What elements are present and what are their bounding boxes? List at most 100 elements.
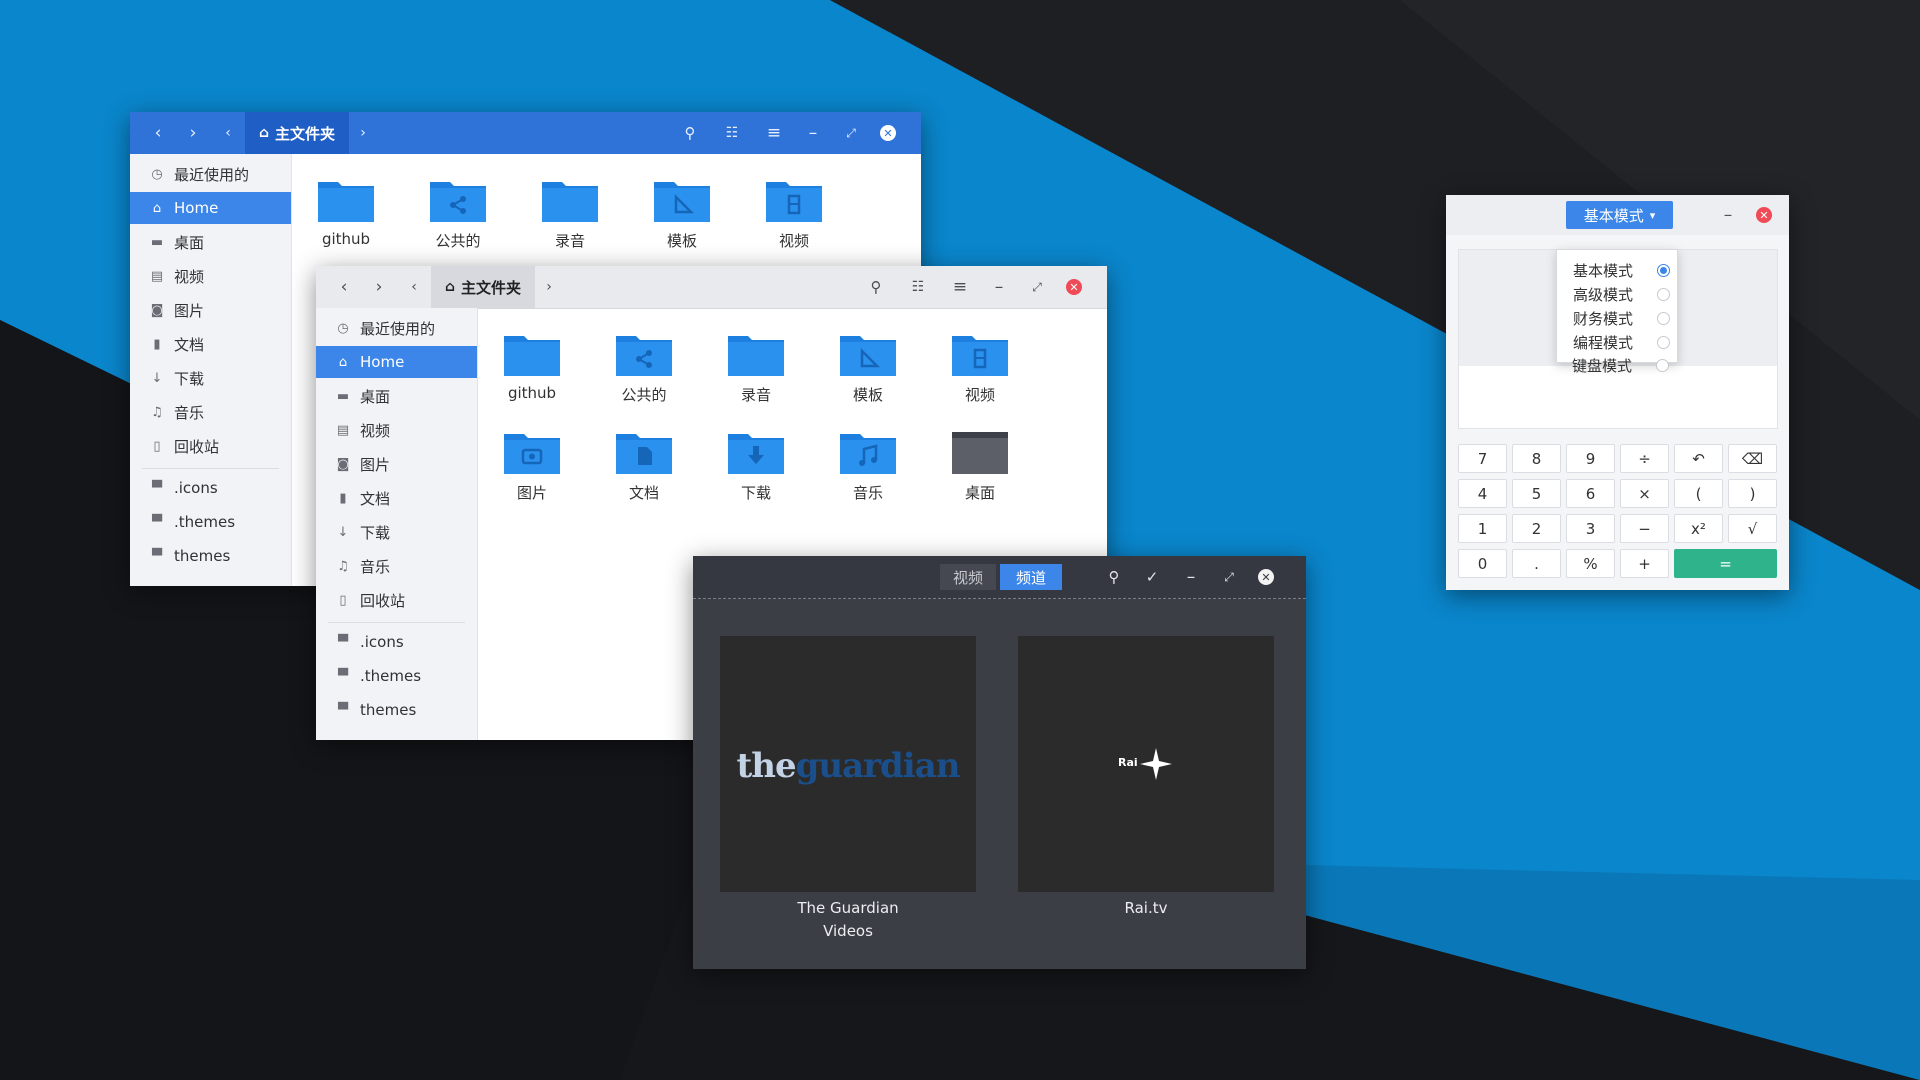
breadcrumb-home[interactable]: ⌂ 主文件夹 <box>245 112 350 154</box>
maximize-icon[interactable]: ⤢ <box>839 112 863 154</box>
breadcrumb-right-icon[interactable]: › <box>355 112 371 154</box>
sidebar-bookmark-themes[interactable]: ▀ themes <box>316 694 477 726</box>
sidebar-item-videos[interactable]: ▤ 视频 <box>130 260 291 292</box>
search-icon[interactable]: ⚲ <box>864 266 888 308</box>
mode-option-keyboard-label[interactable]: 键盘模式 <box>1572 353 1672 377</box>
forward-arrow-icon[interactable]: › <box>181 112 205 154</box>
folder-music[interactable]: 音乐 <box>823 416 913 506</box>
sidebar-item-downloads[interactable]: ↓ 下载 <box>130 362 291 394</box>
key-7[interactable]: 7 <box>1458 444 1507 473</box>
sidebar-item-pictures[interactable]: ◙ 图片 <box>130 294 291 326</box>
folder-videos[interactable]: 视频 <box>749 164 839 254</box>
key-5[interactable]: 5 <box>1512 479 1561 508</box>
sidebar-item-recent[interactable]: ◷ 最近使用的 <box>130 158 291 190</box>
minimize-icon[interactable]: – <box>1716 195 1740 235</box>
folder-recordings[interactable]: 录音 <box>711 318 801 408</box>
channel-card-rai[interactable]: Rai <box>1018 636 1274 892</box>
folder-videos[interactable]: 视频 <box>935 318 1025 408</box>
menu-icon[interactable]: ≡ <box>948 266 972 308</box>
minimize-icon[interactable]: – <box>987 266 1011 308</box>
key-3[interactable]: 3 <box>1566 514 1615 543</box>
back-arrow-icon[interactable]: ‹ <box>332 266 356 308</box>
folder-documents[interactable]: 文档 <box>599 416 689 506</box>
breadcrumb-right-icon[interactable]: › <box>541 266 557 308</box>
key-decimal[interactable]: . <box>1512 549 1561 578</box>
mode-option-basic[interactable]: 基本模式 <box>1573 258 1673 282</box>
search-icon[interactable]: ⚲ <box>678 112 702 154</box>
search-icon[interactable]: ⚲ <box>1102 556 1126 598</box>
key-2[interactable]: 2 <box>1512 514 1561 543</box>
sidebar-item-trash[interactable]: ▯ 回收站 <box>130 430 291 462</box>
breadcrumb-left-icon[interactable]: ‹ <box>406 266 422 308</box>
sidebar-bookmark-icons[interactable]: ▀ .icons <box>130 472 291 504</box>
tab-channels[interactable]: 频道 <box>1000 564 1062 590</box>
sidebar-item-music[interactable]: ♫ 音乐 <box>130 396 291 428</box>
folder-recordings[interactable]: 录音 <box>525 164 615 254</box>
key-divide[interactable]: ÷ <box>1620 444 1669 473</box>
folder-templates[interactable]: 模板 <box>637 164 727 254</box>
breadcrumb-left-icon[interactable]: ‹ <box>220 112 236 154</box>
folder-desktop[interactable]: 桌面 <box>935 416 1025 506</box>
key-9[interactable]: 9 <box>1566 444 1615 473</box>
key-undo[interactable]: ↶ <box>1674 444 1723 473</box>
key-equals[interactable]: = <box>1674 549 1777 578</box>
sidebar-item-trash[interactable]: ▯ 回收站 <box>316 584 477 616</box>
menu-icon[interactable]: ≡ <box>762 112 786 154</box>
key-multiply[interactable]: × <box>1620 479 1669 508</box>
maximize-icon[interactable]: ⤢ <box>1217 556 1241 598</box>
sidebar-item-home[interactable]: ⌂ Home <box>316 346 477 378</box>
key-close-paren[interactable]: ) <box>1728 479 1777 508</box>
key-0[interactable]: 0 <box>1458 549 1507 578</box>
breadcrumb-home[interactable]: ⌂ 主文件夹 <box>431 266 536 308</box>
sidebar-item-documents[interactable]: ▮ 文档 <box>130 328 291 360</box>
folder-templates[interactable]: 模板 <box>823 318 913 408</box>
key-1[interactable]: 1 <box>1458 514 1507 543</box>
key-open-paren[interactable]: ( <box>1674 479 1723 508</box>
check-icon[interactable]: ✓ <box>1140 556 1164 598</box>
key-8[interactable]: 8 <box>1512 444 1561 473</box>
key-backspace[interactable]: ⌫ <box>1728 444 1777 473</box>
sidebar-item-desktop[interactable]: ▬ 桌面 <box>316 380 477 412</box>
back-arrow-icon[interactable]: ‹ <box>146 112 170 154</box>
key-6[interactable]: 6 <box>1566 479 1615 508</box>
folder-public[interactable]: 公共的 <box>599 318 689 408</box>
list-view-icon[interactable]: ☷ <box>720 112 744 154</box>
key-4[interactable]: 4 <box>1458 479 1507 508</box>
sidebar-item-music[interactable]: ♫ 音乐 <box>316 550 477 582</box>
sidebar-item-documents[interactable]: ▮ 文档 <box>316 482 477 514</box>
forward-arrow-icon[interactable]: › <box>367 266 391 308</box>
sidebar-item-videos[interactable]: ▤ 视频 <box>316 414 477 446</box>
sidebar-item-desktop[interactable]: ▬ 桌面 <box>130 226 291 258</box>
list-view-icon[interactable]: ☷ <box>906 266 930 308</box>
minimize-icon[interactable]: – <box>801 112 825 154</box>
mode-dropdown-button[interactable]: 基本模式 ▾ <box>1566 201 1673 229</box>
key-minus[interactable]: − <box>1620 514 1669 543</box>
key-sqrt[interactable]: √ <box>1728 514 1777 543</box>
sidebar-item-downloads[interactable]: ↓ 下载 <box>316 516 477 548</box>
sidebar-bookmark-icons[interactable]: ▀ .icons <box>316 626 477 658</box>
sidebar-item-home[interactable]: ⌂ Home <box>130 192 291 224</box>
close-button[interactable]: ✕ <box>1752 195 1776 235</box>
sidebar-item-recent[interactable]: ◷ 最近使用的 <box>316 312 477 344</box>
maximize-icon[interactable]: ⤢ <box>1025 266 1049 308</box>
tab-videos[interactable]: 视频 <box>940 564 996 590</box>
folder-github[interactable]: github <box>301 164 391 254</box>
folder-github[interactable]: github <box>487 318 577 408</box>
key-plus[interactable]: + <box>1620 549 1669 578</box>
key-percent[interactable]: % <box>1566 549 1615 578</box>
sidebar-bookmark-dot-themes[interactable]: ▀ .themes <box>316 660 477 692</box>
minimize-icon[interactable]: – <box>1179 556 1203 598</box>
mode-option-finance[interactable]: 财务模式 <box>1573 306 1673 330</box>
sidebar-item-pictures[interactable]: ◙ 图片 <box>316 448 477 480</box>
mode-option-advanced[interactable]: 高级模式 <box>1573 282 1673 306</box>
sidebar-bookmark-themes[interactable]: ▀ themes <box>130 540 291 572</box>
folder-public[interactable]: 公共的 <box>413 164 503 254</box>
close-button[interactable]: ✕ <box>1254 556 1278 598</box>
close-button[interactable]: ✕ <box>876 112 900 154</box>
folder-downloads[interactable]: 下载 <box>711 416 801 506</box>
close-button[interactable]: ✕ <box>1062 266 1086 308</box>
sidebar-bookmark-dot-themes[interactable]: ▀ .themes <box>130 506 291 538</box>
key-square[interactable]: x² <box>1674 514 1723 543</box>
mode-option-programmer[interactable]: 编程模式 <box>1573 330 1673 354</box>
folder-pictures[interactable]: 图片 <box>487 416 577 506</box>
